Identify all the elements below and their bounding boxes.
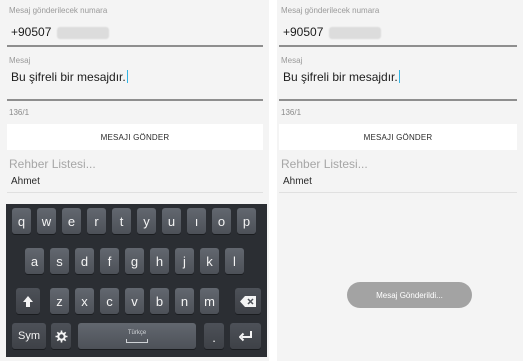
message-value: Bu şifreli bir mesajdır. (283, 70, 398, 84)
number-underline (279, 45, 517, 47)
key-j[interactable]: j (175, 248, 194, 274)
number-label: Mesaj gönderilecek numara (9, 6, 108, 15)
gear-icon (55, 330, 67, 342)
message-input[interactable]: Bu şifreli bir mesajdır. (279, 64, 517, 100)
shift-arrow-icon (23, 295, 33, 307)
key-z[interactable]: z (50, 288, 69, 314)
contact-item-ahmet[interactable]: Ahmet (11, 176, 40, 187)
message-underline (279, 99, 517, 101)
contact-divider (7, 192, 263, 193)
key-t[interactable]: t (112, 208, 131, 234)
key-e[interactable]: e (62, 208, 81, 234)
number-input[interactable]: +90507 (279, 18, 517, 46)
number-label: Mesaj gönderilecek numara (281, 6, 380, 15)
key-q[interactable]: q (12, 208, 31, 234)
key-p[interactable]: p (237, 208, 256, 234)
key-n[interactable]: n (175, 288, 194, 314)
dot-key[interactable]: . (204, 323, 224, 349)
char-counter: 136/1 (281, 108, 302, 117)
number-value: +90507 (11, 25, 52, 39)
number-input[interactable]: +90507 (7, 18, 263, 46)
number-underline (7, 45, 263, 47)
text-cursor (398, 70, 401, 83)
shift-key[interactable] (16, 288, 40, 314)
space-language-label: Türkçe (127, 329, 147, 336)
redacted-number (329, 27, 381, 39)
key-g[interactable]: g (125, 248, 144, 274)
key-c[interactable]: c (100, 288, 119, 314)
space-key[interactable]: Türkçe (78, 323, 196, 349)
key-a[interactable]: a (25, 248, 44, 274)
message-value: Bu şifreli bir mesajdır. (11, 70, 126, 84)
key-s[interactable]: s (50, 248, 69, 274)
key-l[interactable]: l (225, 248, 244, 274)
key-v[interactable]: v (125, 288, 144, 314)
send-message-button[interactable]: MESAJI GÖNDER (7, 124, 263, 150)
key-b[interactable]: b (150, 288, 169, 314)
backspace-key[interactable] (235, 288, 261, 314)
key-m[interactable]: m (200, 288, 219, 314)
message-input[interactable]: Bu şifreli bir mesajdır. (7, 64, 263, 100)
redacted-number (57, 27, 109, 39)
space-bar-icon (126, 338, 148, 343)
char-counter: 136/1 (9, 108, 30, 117)
key-x[interactable]: x (75, 288, 94, 314)
key-r[interactable]: r (87, 208, 106, 234)
number-value: +90507 (283, 25, 324, 39)
contact-item-ahmet[interactable]: Ahmet (283, 176, 312, 187)
contacts-title: Rehber Listesi... (9, 157, 96, 171)
key-w[interactable]: w (37, 208, 56, 234)
sym-key[interactable]: Sym (12, 323, 46, 349)
key-y[interactable]: y (137, 208, 156, 234)
backspace-icon (240, 295, 256, 307)
enter-arrow-icon (238, 331, 252, 342)
key-u[interactable]: u (162, 208, 181, 234)
soft-keyboard: qwertyuıop asdfghjkl zxcvbnm Sym Türkçe … (6, 204, 267, 357)
key-h[interactable]: h (150, 248, 169, 274)
contact-divider (279, 192, 517, 193)
sent-toast: Mesaj Gönderildi... (347, 282, 472, 308)
key-d[interactable]: d (75, 248, 94, 274)
enter-key[interactable] (230, 323, 261, 349)
key-ı[interactable]: ı (187, 208, 206, 234)
key-f[interactable]: f (100, 248, 119, 274)
text-cursor (126, 70, 129, 83)
key-k[interactable]: k (200, 248, 219, 274)
contacts-title: Rehber Listesi... (281, 157, 368, 171)
send-message-button[interactable]: MESAJI GÖNDER (279, 124, 517, 150)
screen-composing: Mesaj gönderilecek numara +90507 Mesaj B… (0, 0, 269, 361)
message-underline (7, 99, 263, 101)
settings-key[interactable] (51, 323, 71, 349)
screen-sent: Mesaj gönderilecek numara +90507 Mesaj B… (277, 0, 523, 361)
key-o[interactable]: o (212, 208, 231, 234)
